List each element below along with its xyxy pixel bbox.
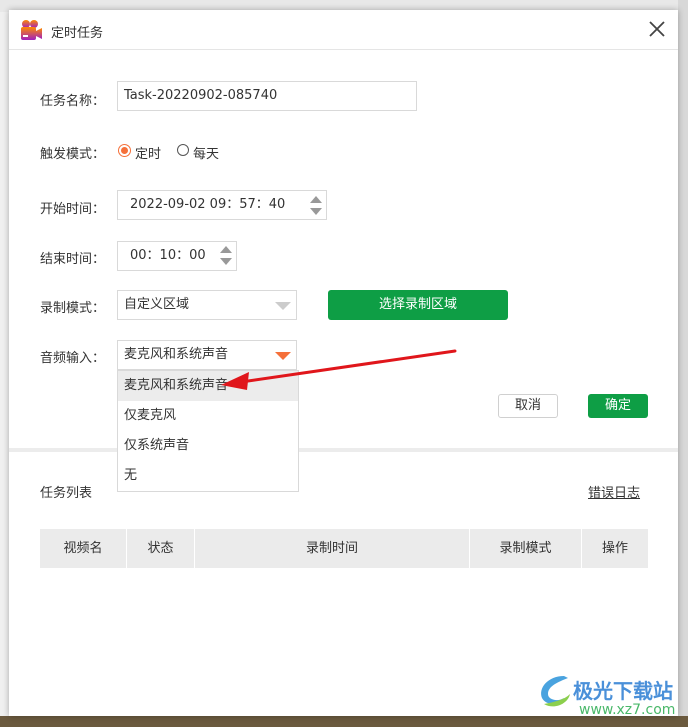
annotation-arrow (221, 349, 457, 390)
scheduled-task-dialog: 定时任务 任务名称： Task-20220902-085740 触发模式： 定时… (9, 10, 678, 718)
watermark-url: www.xz7.com (579, 702, 676, 718)
background-window-edge (678, 0, 688, 727)
watermark-name: 极光下载站 (573, 679, 673, 703)
watermark-logo (534, 670, 574, 710)
